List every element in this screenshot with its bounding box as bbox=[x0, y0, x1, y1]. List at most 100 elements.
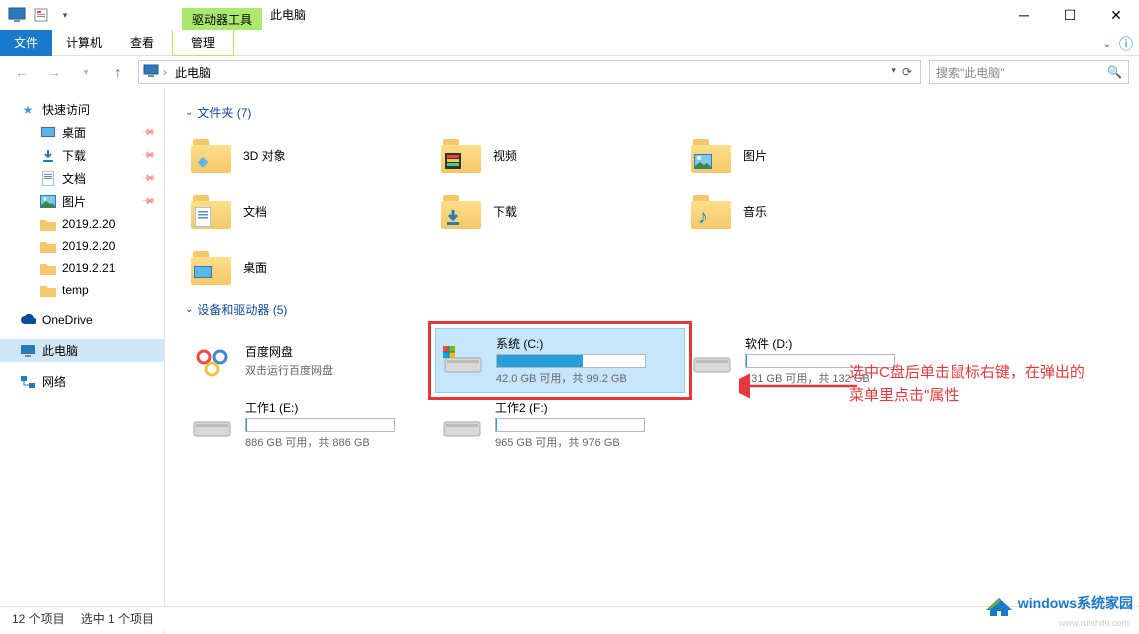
drive-icon bbox=[191, 404, 233, 446]
tab-file[interactable]: 文件 bbox=[0, 30, 52, 56]
device-drive-e[interactable]: 工作1 (E:) 886 GB 可用，共 886 GB bbox=[185, 393, 435, 456]
folders-grid: ◆ 3D 对象 视频 图片 文档 bbox=[185, 127, 1119, 295]
device-drive-f[interactable]: 工作2 (F:) 965 GB 可用，共 976 GB bbox=[435, 393, 685, 456]
qat-dropdown-icon[interactable]: ▾ bbox=[54, 4, 76, 26]
sidebar-documents[interactable]: 文档 bbox=[0, 167, 164, 190]
address-row: ← → ▾ ↑ › 此电脑 ▾ ⟳ 搜索"此电脑" 🔍 bbox=[0, 56, 1139, 88]
usage-bar bbox=[495, 418, 645, 432]
breadcrumb-this-pc[interactable]: 此电脑 bbox=[171, 64, 883, 81]
sidebar-pictures[interactable]: 图片 bbox=[0, 190, 164, 213]
device-name: 工作2 (F:) bbox=[495, 399, 645, 416]
usage-bar bbox=[245, 418, 395, 432]
picture-icon bbox=[40, 194, 56, 210]
folder-documents[interactable]: 文档 bbox=[185, 183, 435, 239]
tab-view[interactable]: 查看 bbox=[116, 30, 168, 56]
section-devices[interactable]: ⌄ 设备和驱动器 (5) bbox=[185, 295, 1119, 324]
folder-icon bbox=[40, 216, 56, 232]
address-dropdown-icon[interactable]: ▾ bbox=[891, 65, 896, 79]
context-tab-drive-tools[interactable]: 驱动器工具 bbox=[182, 8, 262, 30]
sidebar-label: 2019.2.20 bbox=[62, 239, 115, 253]
window-title: 此电脑 bbox=[270, 6, 306, 23]
annotation-text: 选中C盘后单击鼠标右键，在弹出的 菜单里点击"属性 bbox=[849, 362, 1129, 407]
sidebar-label: 下载 bbox=[62, 147, 86, 164]
tab-computer[interactable]: 计算机 bbox=[52, 30, 116, 56]
folder-icon bbox=[40, 260, 56, 276]
device-name: 软件 (D:) bbox=[745, 335, 895, 352]
device-drive-c[interactable]: 系统 (C:) 42.0 GB 可用，共 99.2 GB bbox=[435, 328, 685, 393]
sidebar-label: 网络 bbox=[42, 373, 66, 390]
onedrive-icon bbox=[20, 312, 36, 328]
sidebar-quick-access[interactable]: ★ 快速访问 bbox=[0, 98, 164, 121]
sidebar-network[interactable]: 网络 bbox=[0, 370, 164, 393]
watermark: windows系统家园 bbox=[984, 590, 1133, 616]
watermark-url: www.ruishifu.com bbox=[1059, 618, 1129, 628]
document-icon bbox=[40, 171, 56, 187]
section-folders[interactable]: ⌄ 文件夹 (7) bbox=[185, 98, 1119, 127]
ribbon-tabs: 文件 计算机 查看 管理 ⌄ ⓘ bbox=[0, 30, 1139, 56]
window-controls: ─ ☐ ✕ bbox=[1001, 0, 1139, 30]
up-button[interactable]: ↑ bbox=[106, 60, 130, 84]
status-item-count: 12 个项目 bbox=[12, 610, 65, 627]
pc-icon bbox=[6, 4, 28, 26]
device-subtitle: 886 GB 可用，共 886 GB bbox=[245, 434, 395, 450]
device-name: 系统 (C:) bbox=[496, 335, 646, 352]
device-baidu[interactable]: 百度网盘 双击运行百度网盘 bbox=[185, 328, 435, 393]
watermark-logo-icon bbox=[984, 590, 1014, 616]
sidebar-folder-1[interactable]: 2019.2.20 bbox=[0, 213, 164, 235]
minimize-button[interactable]: ─ bbox=[1001, 0, 1047, 30]
star-icon: ★ bbox=[20, 102, 36, 118]
back-button[interactable]: ← bbox=[10, 60, 34, 84]
status-selected-count: 选中 1 个项目 bbox=[81, 610, 154, 627]
sidebar-folder-temp[interactable]: temp bbox=[0, 279, 164, 301]
titlebar: ▾ 驱动器工具 此电脑 ─ ☐ ✕ bbox=[0, 0, 1139, 30]
sidebar-desktop[interactable]: 桌面 bbox=[0, 121, 164, 144]
forward-button[interactable]: → bbox=[42, 60, 66, 84]
device-subtitle: 42.0 GB 可用，共 99.2 GB bbox=[496, 370, 646, 386]
breadcrumb-sep: › bbox=[163, 65, 167, 79]
help-icon[interactable]: ⓘ bbox=[1119, 34, 1133, 54]
refresh-icon[interactable]: ⟳ bbox=[902, 65, 912, 79]
network-icon bbox=[20, 374, 36, 390]
tab-manage[interactable]: 管理 bbox=[172, 30, 234, 56]
close-button[interactable]: ✕ bbox=[1093, 0, 1139, 30]
folder-videos[interactable]: 视频 bbox=[435, 127, 685, 183]
watermark-text: windows系统家园 bbox=[1018, 593, 1133, 613]
drive-icon bbox=[441, 404, 483, 446]
sidebar-label: OneDrive bbox=[42, 313, 93, 327]
sidebar-label: 快速访问 bbox=[42, 101, 90, 118]
recent-dropdown[interactable]: ▾ bbox=[74, 60, 98, 84]
sidebar-this-pc[interactable]: 此电脑 bbox=[0, 339, 164, 362]
folder-label: 音乐 bbox=[743, 203, 767, 220]
folder-music[interactable]: ♪ 音乐 bbox=[685, 183, 935, 239]
sidebar-onedrive[interactable]: OneDrive bbox=[0, 309, 164, 331]
search-input[interactable]: 搜索"此电脑" 🔍 bbox=[929, 60, 1129, 84]
sidebar-label: temp bbox=[62, 283, 89, 297]
sidebar-folder-2[interactable]: 2019.2.20 bbox=[0, 235, 164, 257]
folder-desktop[interactable]: 桌面 bbox=[185, 239, 435, 295]
sidebar-label: 桌面 bbox=[62, 124, 86, 141]
sidebar-downloads[interactable]: 下载 bbox=[0, 144, 164, 167]
sidebar-folder-3[interactable]: 2019.2.21 bbox=[0, 257, 164, 279]
folder-downloads[interactable]: 下载 bbox=[435, 183, 685, 239]
maximize-button[interactable]: ☐ bbox=[1047, 0, 1093, 30]
properties-icon[interactable] bbox=[30, 4, 52, 26]
desktop-icon bbox=[40, 125, 56, 141]
sidebar-label: 图片 bbox=[62, 193, 86, 210]
sidebar-label: 2019.2.20 bbox=[62, 217, 115, 231]
sidebar-label: 文档 bbox=[62, 170, 86, 187]
folder-icon bbox=[40, 282, 56, 298]
folder-pictures[interactable]: 图片 bbox=[685, 127, 935, 183]
ribbon-collapse-icon[interactable]: ⌄ bbox=[1103, 39, 1111, 50]
folder-3d-objects[interactable]: ◆ 3D 对象 bbox=[185, 127, 435, 183]
device-name: 工作1 (E:) bbox=[245, 399, 395, 416]
statusbar: 12 个项目 选中 1 个项目 bbox=[0, 606, 1139, 630]
main-area: ★ 快速访问 桌面 下载 文档 图片 bbox=[0, 88, 1139, 634]
pc-icon bbox=[143, 64, 159, 80]
content-area: ⌄ 文件夹 (7) ◆ 3D 对象 视频 图片 bbox=[165, 88, 1139, 634]
address-bar[interactable]: › 此电脑 ▾ ⟳ bbox=[138, 60, 921, 84]
folder-label: 3D 对象 bbox=[243, 147, 286, 164]
sidebar-label: 2019.2.21 bbox=[62, 261, 115, 275]
folder-label: 下载 bbox=[493, 203, 517, 220]
annotation-line2: 菜单里点击"属性 bbox=[849, 385, 1129, 408]
drive-icon bbox=[442, 340, 484, 382]
